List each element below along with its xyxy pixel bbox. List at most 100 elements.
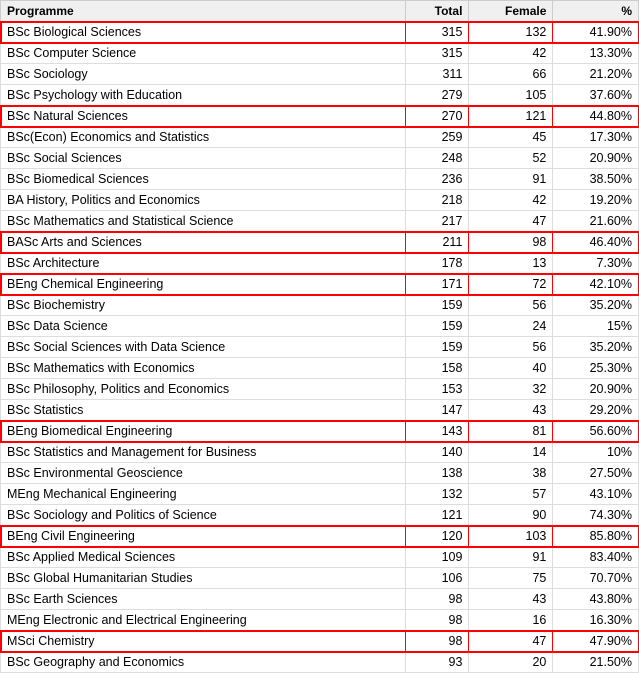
programme-total: 159: [406, 295, 469, 316]
programme-pct: 37.60%: [553, 85, 639, 106]
col-header-total: Total: [406, 1, 469, 22]
programme-pct: 43.10%: [553, 484, 639, 505]
programme-name: BSc Psychology with Education: [1, 85, 406, 106]
programmes-table: Programme Total Female % BSc Biological …: [0, 0, 639, 673]
programme-total: 178: [406, 253, 469, 274]
col-header-female: Female: [469, 1, 553, 22]
table-row: BSc Global Humanitarian Studies1067570.7…: [1, 568, 639, 589]
programme-name: BSc Mathematics with Economics: [1, 358, 406, 379]
programme-name: BSc Applied Medical Sciences: [1, 547, 406, 568]
programme-total: 311: [406, 64, 469, 85]
programme-pct: 74.30%: [553, 505, 639, 526]
programme-name: BSc Sociology: [1, 64, 406, 85]
programme-female: 52: [469, 148, 553, 169]
table-row: BSc Philosophy, Politics and Economics15…: [1, 379, 639, 400]
table-row: BSc Computer Science3154213.30%: [1, 43, 639, 64]
programme-pct: 29.20%: [553, 400, 639, 421]
table-row: BSc Biomedical Sciences2369138.50%: [1, 169, 639, 190]
programme-total: 93: [406, 652, 469, 673]
programme-female: 103: [469, 526, 553, 547]
programme-total: 120: [406, 526, 469, 547]
programme-name: BSc Philosophy, Politics and Economics: [1, 379, 406, 400]
programme-name: MEng Mechanical Engineering: [1, 484, 406, 505]
programme-name: BSc Natural Sciences: [1, 106, 406, 127]
programme-pct: 25.30%: [553, 358, 639, 379]
programme-total: 218: [406, 190, 469, 211]
programme-pct: 85.80%: [553, 526, 639, 547]
programme-name: BSc Biological Sciences: [1, 22, 406, 43]
programme-total: 109: [406, 547, 469, 568]
programme-name: BSc Earth Sciences: [1, 589, 406, 610]
programme-total: 315: [406, 43, 469, 64]
programme-name: BSc Data Science: [1, 316, 406, 337]
col-header-pct: %: [553, 1, 639, 22]
programme-female: 42: [469, 190, 553, 211]
table-row: MSci Chemistry984747.90%: [1, 631, 639, 652]
programme-name: BSc Environmental Geoscience: [1, 463, 406, 484]
table-row: MEng Mechanical Engineering1325743.10%: [1, 484, 639, 505]
programme-name: BSc Geography and Economics: [1, 652, 406, 673]
programme-total: 159: [406, 316, 469, 337]
table-row: BSc Sociology3116621.20%: [1, 64, 639, 85]
programme-pct: 7.30%: [553, 253, 639, 274]
programme-total: 153: [406, 379, 469, 400]
programme-female: 42: [469, 43, 553, 64]
programme-pct: 70.70%: [553, 568, 639, 589]
programme-female: 132: [469, 22, 553, 43]
programme-total: 279: [406, 85, 469, 106]
table-row: BSc Sociology and Politics of Science121…: [1, 505, 639, 526]
programme-female: 105: [469, 85, 553, 106]
programme-total: 248: [406, 148, 469, 169]
table-row: BEng Civil Engineering12010385.80%: [1, 526, 639, 547]
programme-female: 45: [469, 127, 553, 148]
table-row: BSc(Econ) Economics and Statistics259451…: [1, 127, 639, 148]
programme-female: 38: [469, 463, 553, 484]
programme-female: 66: [469, 64, 553, 85]
programme-female: 56: [469, 295, 553, 316]
programme-total: 98: [406, 589, 469, 610]
programme-female: 43: [469, 589, 553, 610]
programme-name: BSc Biochemistry: [1, 295, 406, 316]
programme-name: MSci Chemistry: [1, 631, 406, 652]
programme-pct: 35.20%: [553, 295, 639, 316]
programme-pct: 13.30%: [553, 43, 639, 64]
table-row: BSc Biochemistry1595635.20%: [1, 295, 639, 316]
programme-name: BSc Mathematics and Statistical Science: [1, 211, 406, 232]
programme-total: 211: [406, 232, 469, 253]
programme-female: 24: [469, 316, 553, 337]
programme-name: BASc Arts and Sciences: [1, 232, 406, 253]
table-row: BSc Geography and Economics932021.50%: [1, 652, 639, 673]
col-header-programme: Programme: [1, 1, 406, 22]
programme-female: 81: [469, 421, 553, 442]
table-row: BSc Social Sciences with Data Science159…: [1, 337, 639, 358]
programme-total: 98: [406, 631, 469, 652]
programme-total: 147: [406, 400, 469, 421]
programme-female: 121: [469, 106, 553, 127]
programme-female: 98: [469, 232, 553, 253]
programme-female: 47: [469, 211, 553, 232]
programme-name: BSc Statistics and Management for Busine…: [1, 442, 406, 463]
programme-total: 259: [406, 127, 469, 148]
table-row: BSc Earth Sciences984343.80%: [1, 589, 639, 610]
table-row: BEng Biomedical Engineering1438156.60%: [1, 421, 639, 442]
table-row: BSc Social Sciences2485220.90%: [1, 148, 639, 169]
table-row: BSc Mathematics and Statistical Science2…: [1, 211, 639, 232]
table-row: BSc Natural Sciences27012144.80%: [1, 106, 639, 127]
programme-female: 32: [469, 379, 553, 400]
table-row: BSc Statistics and Management for Busine…: [1, 442, 639, 463]
programme-name: BSc Social Sciences with Data Science: [1, 337, 406, 358]
table-row: BA History, Politics and Economics218421…: [1, 190, 639, 211]
programme-total: 236: [406, 169, 469, 190]
programme-pct: 43.80%: [553, 589, 639, 610]
programme-total: 140: [406, 442, 469, 463]
programme-name: MEng Electronic and Electrical Engineeri…: [1, 610, 406, 631]
programme-pct: 47.90%: [553, 631, 639, 652]
programme-total: 158: [406, 358, 469, 379]
table-row: BSc Environmental Geoscience1383827.50%: [1, 463, 639, 484]
programme-female: 91: [469, 547, 553, 568]
programme-total: 132: [406, 484, 469, 505]
programme-pct: 42.10%: [553, 274, 639, 295]
programme-pct: 56.60%: [553, 421, 639, 442]
programme-pct: 17.30%: [553, 127, 639, 148]
programme-pct: 38.50%: [553, 169, 639, 190]
